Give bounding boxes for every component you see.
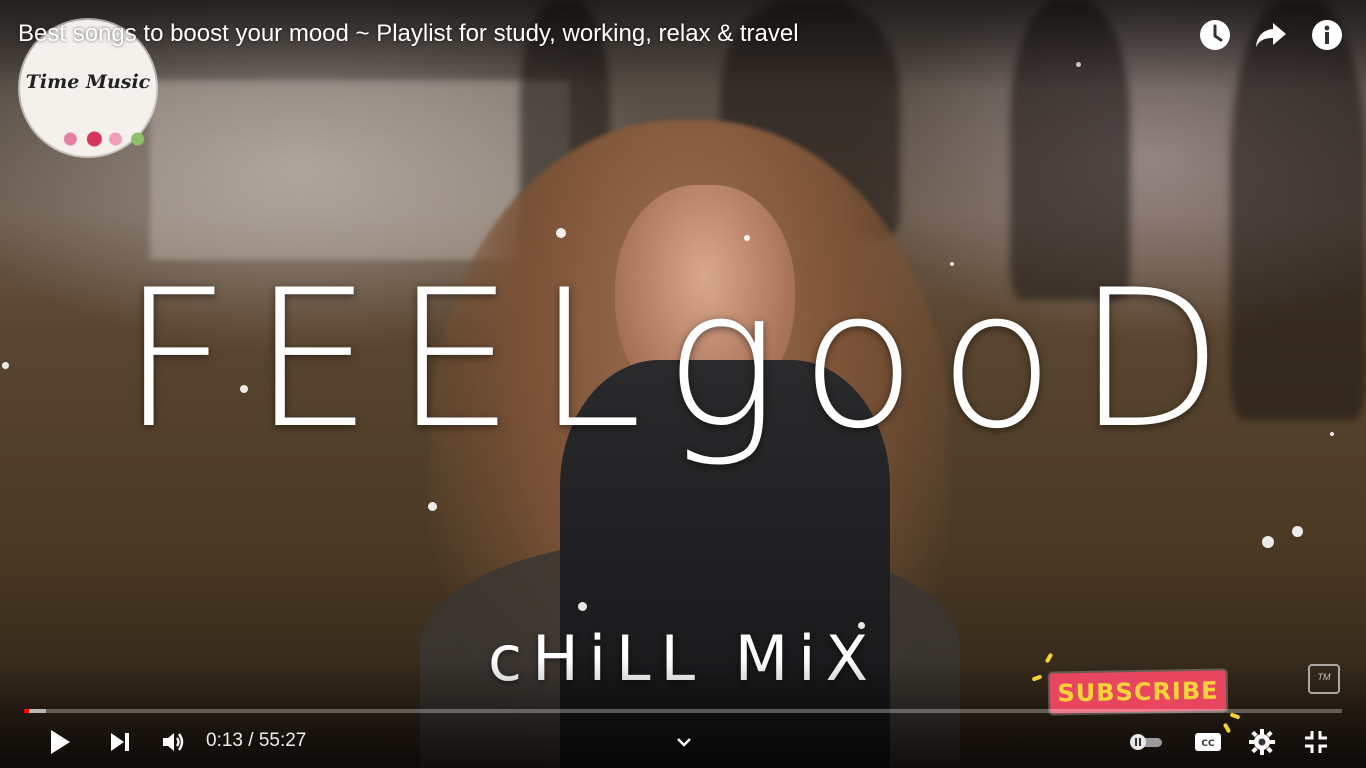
- settings-icon[interactable]: [1242, 720, 1282, 764]
- flower-decoration: [56, 128, 152, 150]
- overlay-main-text: FEELgooD: [120, 249, 1246, 470]
- progress-played: [24, 709, 30, 713]
- exit-fullscreen-button[interactable]: [1296, 720, 1336, 764]
- channel-logo-text: Time Music: [25, 71, 151, 93]
- next-button[interactable]: [100, 720, 140, 764]
- play-icon: [51, 730, 70, 754]
- play-button[interactable]: [40, 720, 80, 764]
- time-display: 0:13 / 55:27: [206, 730, 306, 752]
- watch-later-icon[interactable]: [1198, 18, 1232, 52]
- snow-particle: [744, 235, 750, 241]
- snow-particle: [1292, 526, 1303, 537]
- duration: 55:27: [258, 730, 307, 751]
- share-icon[interactable]: [1254, 18, 1288, 52]
- progress-bar[interactable]: [24, 709, 1342, 713]
- current-time: 0:13: [206, 730, 243, 751]
- snow-particle: [578, 602, 587, 611]
- time-separator: /: [248, 730, 254, 751]
- svg-text:CC: CC: [1201, 739, 1215, 749]
- control-bar: CC: [0, 720, 1366, 764]
- video-title[interactable]: Best songs to boost your mood ~ Playlist…: [18, 20, 799, 48]
- subscribe-sticker: SUBSCRIBE: [1049, 670, 1227, 714]
- video-frame[interactable]: FEELgooD cHiLL MiX Time Music Best songs…: [0, 0, 1366, 768]
- channel-watermark-icon[interactable]: TM: [1308, 664, 1340, 694]
- subscribe-label: SUBSCRIBE: [1057, 676, 1219, 708]
- snow-particle: [428, 502, 437, 511]
- volume-button[interactable]: [154, 720, 194, 764]
- top-actions: [1198, 18, 1344, 52]
- chevron-down-icon[interactable]: [672, 720, 696, 764]
- info-icon[interactable]: [1310, 18, 1344, 52]
- next-icon: [111, 733, 129, 751]
- subtitles-icon[interactable]: CC: [1188, 720, 1228, 764]
- snow-particle: [556, 228, 566, 238]
- snow-particle: [1262, 536, 1274, 548]
- autoplay-toggle[interactable]: [1126, 720, 1166, 764]
- volume-icon: [163, 733, 184, 751]
- exit-fullscreen-icon: [1305, 731, 1327, 753]
